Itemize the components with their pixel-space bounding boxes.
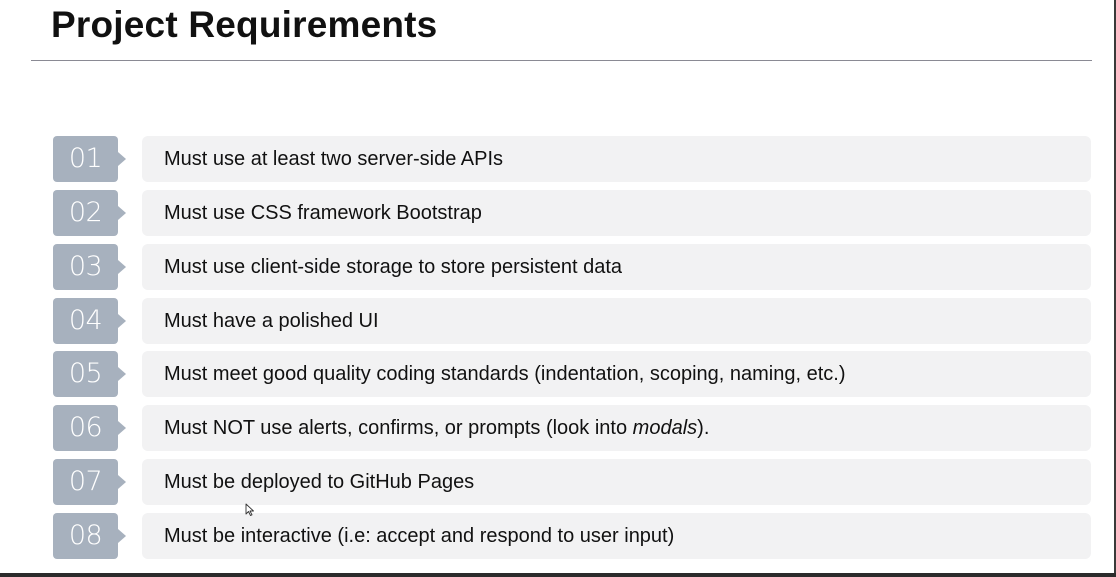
slide: Project Requirements 01 Must use at leas…	[0, 0, 1116, 577]
requirement-text: Must NOT use alerts, confirms, or prompt…	[142, 405, 1091, 451]
requirement-text: Must use client-side storage to store pe…	[142, 244, 1091, 290]
window-edge-bottom	[0, 573, 1116, 577]
number-pointer-arrow	[118, 206, 126, 220]
requirement-number: 06	[53, 405, 118, 451]
number-pointer-arrow	[118, 367, 126, 381]
requirement-number: 04	[53, 298, 118, 344]
number-pointer-arrow	[118, 314, 126, 328]
requirement-item: 05 Must meet good quality coding standar…	[0, 351, 1116, 397]
requirement-text: Must use CSS framework Bootstrap	[142, 190, 1091, 236]
number-pointer-arrow	[118, 475, 126, 489]
number-pointer-arrow	[118, 152, 126, 166]
requirement-item: 03 Must use client-side storage to store…	[0, 244, 1116, 290]
number-pointer-arrow	[118, 260, 126, 274]
mouse-pointer-icon	[245, 503, 254, 516]
requirement-item: 07 Must be deployed to GitHub Pages	[0, 459, 1116, 505]
requirement-number: 03	[53, 244, 118, 290]
requirement-item: 01 Must use at least two server-side API…	[0, 136, 1116, 182]
number-pointer-arrow	[118, 421, 126, 435]
requirements-list: 01 Must use at least two server-side API…	[0, 0, 1116, 577]
requirement-text-end: ).	[697, 417, 710, 439]
requirement-text: Must use at least two server-side APIs	[142, 136, 1091, 182]
requirement-number: 08	[53, 513, 118, 559]
requirement-item: 08 Must be interactive (i.e: accept and …	[0, 513, 1116, 559]
requirement-text: Must meet good quality coding standards …	[142, 351, 1091, 397]
requirement-number: 07	[53, 459, 118, 505]
requirement-text: Must be interactive (i.e: accept and res…	[142, 513, 1091, 559]
requirement-text-emphasis: modals	[632, 417, 698, 439]
requirement-number: 05	[53, 351, 118, 397]
requirement-number: 02	[53, 190, 118, 236]
requirement-text: Must be deployed to GitHub Pages	[142, 459, 1091, 505]
requirement-number: 01	[53, 136, 118, 182]
requirement-item: 06 Must NOT use alerts, confirms, or pro…	[0, 405, 1116, 451]
requirement-item: 02 Must use CSS framework Bootstrap	[0, 190, 1116, 236]
requirement-text: Must have a polished UI	[142, 298, 1091, 344]
requirement-item: 04 Must have a polished UI	[0, 298, 1116, 344]
requirement-text-start: Must NOT use alerts, confirms, or prompt…	[164, 417, 633, 439]
number-pointer-arrow	[118, 529, 126, 543]
